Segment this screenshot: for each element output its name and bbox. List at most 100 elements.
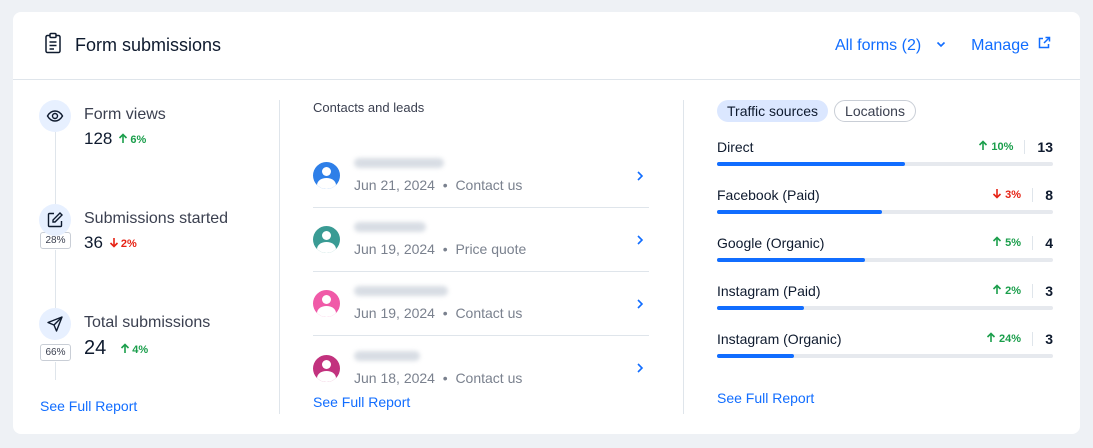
step-value: 24 bbox=[84, 337, 107, 359]
trend-value: 6% bbox=[130, 134, 147, 146]
traffic-source-count: 8 bbox=[1045, 187, 1053, 203]
separator bbox=[1032, 284, 1033, 298]
contact-row[interactable]: Jun 21, 2024 • Contact us bbox=[313, 144, 649, 208]
traffic-source-row: Direct 10% 13 bbox=[717, 138, 1053, 168]
column-divider bbox=[683, 100, 684, 414]
step-value: 128 bbox=[84, 129, 113, 148]
column-divider bbox=[279, 100, 280, 414]
avatar bbox=[313, 162, 340, 189]
traffic-share-fill bbox=[717, 306, 805, 310]
see-full-report-link[interactable]: See Full Report bbox=[40, 398, 137, 414]
manage-link[interactable]: Manage bbox=[971, 36, 1051, 55]
step-label: Total submissions bbox=[84, 314, 211, 331]
traffic-source-count: 3 bbox=[1045, 283, 1053, 299]
step-label: Form views bbox=[84, 106, 166, 123]
trend-value: 3% bbox=[1005, 189, 1021, 201]
funnel-connector bbox=[55, 132, 56, 204]
trend-value: 2% bbox=[1005, 285, 1021, 297]
arrow-up-icon bbox=[986, 332, 996, 346]
trend-value: 5% bbox=[1005, 237, 1021, 249]
all-forms-label: All forms (2) bbox=[834, 36, 922, 54]
funnel-step-total-submissions: Total submissions 24 4% bbox=[39, 308, 210, 360]
widget-title-group: Form submissions bbox=[43, 32, 221, 59]
step-value: 36 bbox=[84, 233, 103, 252]
contact-meta: Jun 18, 2024 • Contact us bbox=[354, 369, 523, 386]
chevron-down-icon bbox=[935, 37, 947, 55]
traffic-source-row: Facebook (Paid) 3% 8 bbox=[717, 186, 1053, 216]
arrow-up-icon bbox=[992, 284, 1002, 298]
trend-value: 24% bbox=[998, 333, 1021, 345]
contact-meta: Jun 19, 2024 • Price quote bbox=[354, 241, 527, 257]
step-trend: 4% bbox=[120, 343, 148, 357]
separator bbox=[1032, 236, 1033, 250]
edit-icon bbox=[39, 204, 71, 236]
traffic-source-name: Google (Organic) bbox=[717, 235, 825, 251]
funnel-step-form-views: Form views 128 6% bbox=[39, 100, 166, 149]
separator bbox=[1032, 332, 1033, 346]
traffic-source-count: 13 bbox=[1037, 139, 1053, 155]
contact-meta: Jun 19, 2024 • Contact us bbox=[354, 305, 523, 321]
traffic-source-count: 3 bbox=[1045, 331, 1053, 347]
traffic-source-trend: 2% bbox=[992, 284, 1021, 298]
step-trend: 2% bbox=[109, 237, 137, 251]
traffic-source-row: Google (Organic) 5% 4 bbox=[717, 234, 1053, 264]
traffic-share-fill bbox=[717, 354, 795, 358]
contact-name-blurred bbox=[354, 350, 420, 361]
traffic-source-count: 4 bbox=[1045, 235, 1053, 251]
traffic-share-bar bbox=[717, 162, 1053, 166]
contacts-column: Contacts and leads Jun 21, 2024 • Contac… bbox=[313, 100, 649, 410]
see-full-report-link[interactable]: See Full Report bbox=[313, 394, 410, 410]
arrow-up-icon bbox=[992, 236, 1002, 250]
avatar bbox=[313, 290, 340, 317]
see-full-report-link[interactable]: See Full Report bbox=[717, 390, 814, 406]
separator bbox=[1024, 140, 1026, 154]
contact-name-blurred bbox=[354, 222, 426, 232]
step-label: Submissions started bbox=[84, 210, 229, 227]
traffic-share-bar bbox=[717, 258, 1053, 262]
traffic-source-trend: 24% bbox=[986, 332, 1021, 346]
traffic-tabs: Traffic sources Locations bbox=[717, 100, 1053, 122]
traffic-source-name: Instagram (Organic) bbox=[717, 331, 842, 347]
header-actions: All forms (2) Manage bbox=[835, 36, 1051, 55]
traffic-source-name: Facebook (Paid) bbox=[717, 187, 820, 203]
contact-name-blurred bbox=[354, 286, 448, 296]
form-submissions-widget: Form submissions All forms (2) Manage Fo… bbox=[13, 12, 1080, 434]
traffic-source-trend: 10% bbox=[978, 140, 1013, 154]
traffic-column: Traffic sources Locations Direct 10% 13 Fac… bbox=[717, 100, 1053, 406]
avatar bbox=[313, 354, 340, 382]
arrow-down-icon bbox=[109, 237, 119, 251]
contacts-title: Contacts and leads bbox=[313, 100, 425, 115]
chevron-right-icon bbox=[631, 170, 649, 182]
traffic-share-bar bbox=[717, 306, 1053, 310]
clipboard-icon bbox=[43, 32, 63, 59]
traffic-source-trend: 5% bbox=[992, 236, 1021, 250]
manage-label: Manage bbox=[971, 36, 1029, 54]
traffic-share-bar bbox=[717, 210, 1053, 214]
widget-header: Form submissions All forms (2) Manage bbox=[13, 12, 1080, 80]
trend-value: 2% bbox=[120, 238, 137, 250]
all-forms-dropdown[interactable]: All forms (2) bbox=[835, 37, 947, 55]
eye-icon bbox=[39, 100, 71, 132]
funnel-connector bbox=[55, 362, 56, 380]
funnel-step-submissions-started: Submissions started 36 2% bbox=[39, 204, 228, 253]
traffic-source-name: Direct bbox=[717, 139, 754, 155]
external-link-icon bbox=[1037, 36, 1051, 55]
contact-meta: Jun 21, 2024 • Contact us bbox=[354, 177, 523, 193]
contact-row[interactable]: Jun 19, 2024 • Contact us bbox=[313, 272, 649, 336]
contact-row[interactable]: Jun 19, 2024 • Price quote bbox=[313, 208, 649, 272]
trend-value: 4% bbox=[132, 344, 149, 356]
chevron-right-icon bbox=[631, 298, 649, 310]
arrow-up-icon bbox=[120, 343, 130, 357]
chevron-right-icon bbox=[631, 362, 649, 374]
step-trend: 6% bbox=[118, 133, 146, 147]
tab-traffic-sources[interactable]: Traffic sources bbox=[717, 100, 829, 122]
traffic-share-fill bbox=[717, 210, 882, 214]
avatar bbox=[313, 226, 340, 253]
contact-name-blurred bbox=[354, 158, 444, 168]
chevron-right-icon bbox=[631, 234, 649, 246]
arrow-down-icon bbox=[992, 188, 1002, 202]
traffic-share-fill bbox=[717, 162, 906, 166]
tab-locations[interactable]: Locations bbox=[834, 100, 916, 122]
widget-body: Form views 128 6% 28% 66% Submissions st… bbox=[13, 80, 1080, 434]
contact-row[interactable]: Jun 18, 2024 • Contact us bbox=[313, 336, 649, 400]
